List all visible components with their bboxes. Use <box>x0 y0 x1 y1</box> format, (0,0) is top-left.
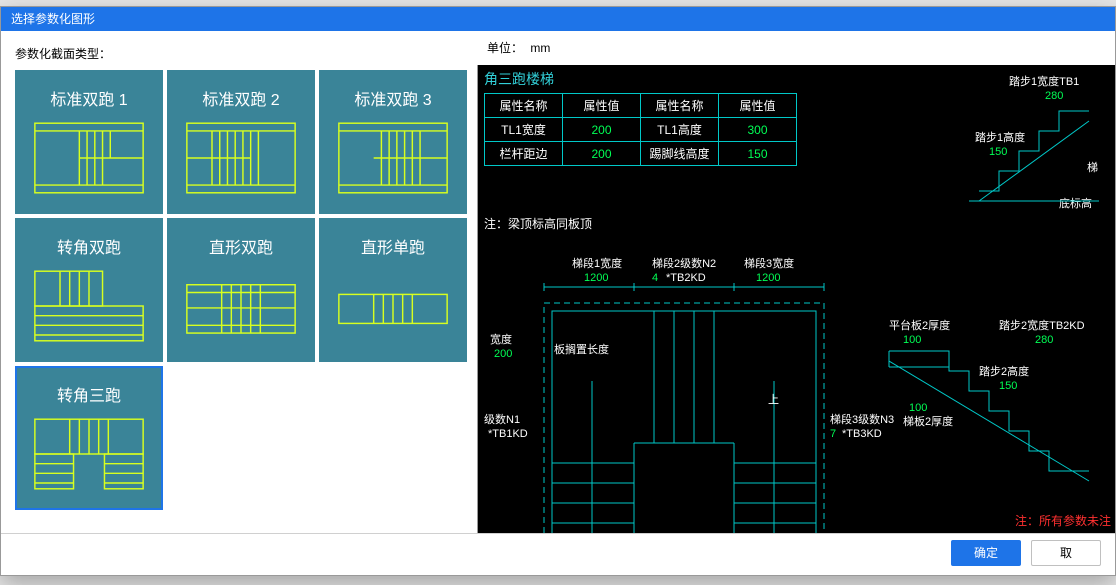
prop-value: 200 <box>563 118 641 142</box>
svg-text:板搁置长度: 板搁置长度 <box>554 342 609 356</box>
option-label: 转角三跑 <box>17 382 161 406</box>
option-label: 标准双跑 2 <box>169 86 313 110</box>
prop-name: TL1高度 <box>641 118 719 142</box>
stair-thumb-icon <box>183 118 299 198</box>
unit-row: 单位： mm <box>477 31 1115 65</box>
stair-thumb-icon <box>31 414 147 494</box>
prop-value: 200 <box>563 142 641 166</box>
svg-text:4: 4 <box>652 272 658 284</box>
prop-name: 踢脚线高度 <box>641 142 719 166</box>
svg-text:平台板2厚度: 平台板2厚度 <box>889 318 950 332</box>
stair-thumb-icon <box>183 266 299 346</box>
table-header: 属性名称 <box>485 94 563 118</box>
option-label: 直形单跑 <box>321 234 465 258</box>
svg-text:100: 100 <box>903 334 921 346</box>
table-header: 属性值 <box>563 94 641 118</box>
svg-text:底标高: 底标高 <box>1059 196 1092 210</box>
svg-text:*TB1KD: *TB1KD <box>488 428 528 440</box>
svg-text:踏步2高度: 踏步2高度 <box>979 364 1029 378</box>
option-card[interactable]: 标准双跑 3 <box>319 70 467 214</box>
unit-label: 单位： <box>487 31 527 65</box>
option-card[interactable]: 转角双跑 <box>15 218 163 362</box>
svg-text:*TB2KD: *TB2KD <box>666 272 706 284</box>
cad-preview[interactable]: 角三跑楼梯 属性名称 属性值 属性名称 属性值 TL1宽度 200 TL1高度 … <box>477 65 1115 533</box>
svg-text:踏步2宽度TB2KD: 踏步2宽度TB2KD <box>999 318 1085 332</box>
prop-name: 栏杆距边 <box>485 142 563 166</box>
svg-text:150: 150 <box>989 146 1007 158</box>
svg-text:级数N1: 级数N1 <box>484 413 520 426</box>
stair-thumb-icon <box>31 266 147 346</box>
cancel-button[interactable]: 取 <box>1031 540 1101 566</box>
right-pane: 单位： mm 角三跑楼梯 属性名称 属性值 属性名称 属性值 TL1宽度 200… <box>477 31 1115 533</box>
stair-thumb-icon <box>335 118 451 198</box>
option-card[interactable]: 直形双跑 <box>167 218 315 362</box>
svg-text:踏步1高度: 踏步1高度 <box>975 130 1025 144</box>
parametric-dialog: 选择参数化图形 参数化截面类型： 标准双跑 1 <box>0 6 1116 576</box>
section-type-label: 参数化截面类型： <box>15 45 463 62</box>
svg-text:宽度: 宽度 <box>490 332 512 346</box>
option-card[interactable]: 标准双跑 1 <box>15 70 163 214</box>
dialog-title: 选择参数化图形 <box>1 7 1115 31</box>
option-card[interactable]: 转角三跑 <box>15 366 163 510</box>
table-header: 属性值 <box>719 94 797 118</box>
elevation-drawing-icon: 踏步1宽度TB1 280 踏步1高度 150 梯 底标高 平台板2厚度 100 … <box>849 71 1109 533</box>
svg-text:1200: 1200 <box>584 272 608 284</box>
option-card[interactable]: 标准双跑 2 <box>167 70 315 214</box>
dialog-footer: 确定 取 <box>1 533 1115 571</box>
stair-thumb-icon <box>31 118 147 198</box>
svg-text:梯段1宽度: 梯段1宽度 <box>572 256 622 270</box>
option-label: 标准双跑 3 <box>321 86 465 110</box>
option-label: 标准双跑 1 <box>17 86 161 110</box>
svg-text:100: 100 <box>909 402 927 414</box>
svg-text:梯段2级数N2: 梯段2级数N2 <box>652 256 716 270</box>
prop-value: 150 <box>719 142 797 166</box>
note-top: 注：梁顶标高同板顶 <box>484 215 592 232</box>
stair-thumb-icon <box>335 266 451 346</box>
unit-value: mm <box>530 41 550 55</box>
note-bottom: 注：所有参数未注 <box>1015 512 1111 529</box>
left-pane: 参数化截面类型： 标准双跑 1 <box>1 31 477 533</box>
option-label: 转角双跑 <box>17 234 161 258</box>
svg-text:200: 200 <box>494 348 512 360</box>
svg-text:280: 280 <box>1035 334 1053 346</box>
prop-name: TL1宽度 <box>485 118 563 142</box>
svg-text:上: 上 <box>768 393 779 406</box>
svg-text:150: 150 <box>999 380 1017 392</box>
table-header: 属性名称 <box>641 94 719 118</box>
preview-title: 角三跑楼梯 <box>484 69 554 89</box>
ok-button[interactable]: 确定 <box>951 540 1021 566</box>
svg-text:1200: 1200 <box>756 272 780 284</box>
svg-text:梯段3宽度: 梯段3宽度 <box>744 256 794 270</box>
svg-text:梯板2厚度: 梯板2厚度 <box>903 414 953 428</box>
option-grid: 标准双跑 1 <box>15 70 463 510</box>
dialog-content: 参数化截面类型： 标准双跑 1 <box>1 31 1115 533</box>
svg-text:踏步1宽度TB1: 踏步1宽度TB1 <box>1009 74 1079 88</box>
svg-text:梯: 梯 <box>1087 161 1098 174</box>
prop-value: 300 <box>719 118 797 142</box>
option-label: 直形双跑 <box>169 234 313 258</box>
option-card[interactable]: 直形单跑 <box>319 218 467 362</box>
svg-text:280: 280 <box>1045 90 1063 102</box>
property-table: 属性名称 属性值 属性名称 属性值 TL1宽度 200 TL1高度 300 栏杆… <box>484 93 797 166</box>
svg-text:7: 7 <box>830 428 836 440</box>
